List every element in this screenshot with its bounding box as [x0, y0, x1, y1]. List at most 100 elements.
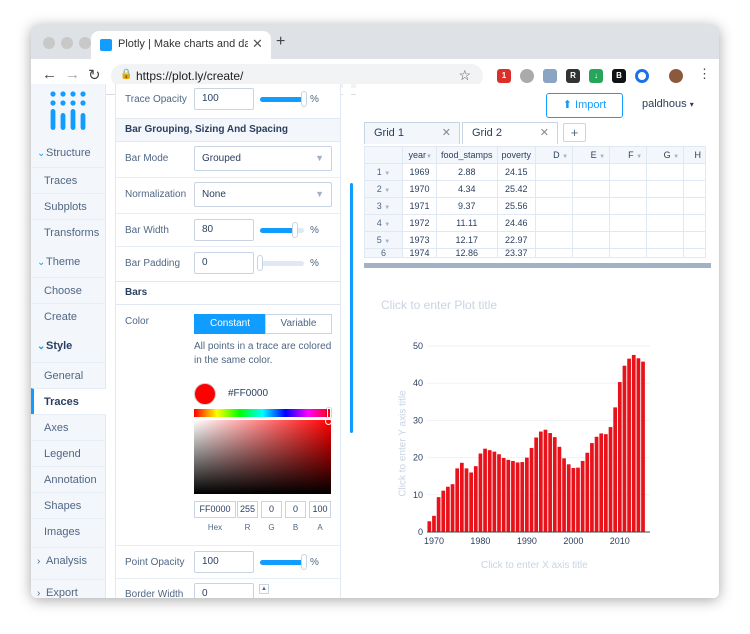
- grid-cell[interactable]: [609, 231, 648, 249]
- profile-avatar[interactable]: [669, 69, 683, 83]
- tab-grid-2[interactable]: Grid 2 ✕: [462, 122, 558, 144]
- bar-padding-slider[interactable]: [260, 261, 304, 266]
- blue-input[interactable]: 0: [285, 501, 306, 518]
- grid-cell[interactable]: [535, 180, 574, 198]
- maximize-window-button[interactable]: [79, 37, 91, 49]
- sidebar-item-annotation[interactable]: Annotation: [31, 466, 106, 492]
- sidebar-section-structure[interactable]: ⌄Structure: [31, 140, 106, 166]
- grid-cell[interactable]: [535, 214, 574, 232]
- stepper-up-icon[interactable]: ▲: [259, 584, 269, 594]
- bar-padding-slider-handle[interactable]: [257, 255, 263, 271]
- grid-cell[interactable]: 12.17: [436, 231, 498, 249]
- grid-cell[interactable]: 4.34: [436, 180, 498, 198]
- add-grid-button[interactable]: +: [563, 123, 586, 142]
- column-header[interactable]: G ▼: [646, 146, 685, 164]
- grid-cell[interactable]: 1972: [402, 214, 437, 232]
- row-number[interactable]: 3 ▼: [364, 197, 403, 215]
- tab-grid-1[interactable]: Grid 1 ✕: [364, 122, 460, 144]
- sidebar-item-axes[interactable]: Axes: [31, 414, 106, 440]
- y-axis-title-placeholder[interactable]: Click to enter Y axis title: [398, 374, 409, 514]
- grid-cell[interactable]: 25.42: [496, 180, 537, 198]
- grid-cell[interactable]: 25.56: [496, 197, 537, 215]
- grid-resize-handle[interactable]: [364, 263, 711, 268]
- grid-cell[interactable]: 1969: [402, 163, 437, 181]
- grid-cell[interactable]: [683, 214, 707, 232]
- new-tab-icon[interactable]: +: [276, 33, 285, 51]
- grid-cell[interactable]: 9.37: [436, 197, 498, 215]
- back-icon[interactable]: ←: [42, 66, 57, 83]
- sidebar-item-subplots[interactable]: Subplots: [31, 193, 106, 219]
- hex-input[interactable]: FF0000: [194, 501, 236, 518]
- grid-cell[interactable]: [683, 197, 707, 215]
- sidebar-item-legend[interactable]: Legend: [31, 440, 106, 466]
- sidebar-item-images[interactable]: Images: [31, 518, 106, 544]
- grid-cell[interactable]: [572, 248, 611, 258]
- grid-cell[interactable]: [609, 180, 648, 198]
- close-icon[interactable]: ✕: [442, 123, 451, 144]
- grid-cell[interactable]: 1970: [402, 180, 437, 198]
- grid-cell[interactable]: [572, 231, 611, 249]
- hue-slider-handle[interactable]: [327, 408, 331, 418]
- alpha-input[interactable]: 100: [309, 501, 331, 518]
- sidebar-item-style-traces[interactable]: Traces: [31, 388, 106, 414]
- user-menu[interactable]: paldhous ▾: [642, 98, 694, 110]
- sidebar-item-general[interactable]: General: [31, 362, 106, 388]
- row-number[interactable]: 1 ▼: [364, 163, 403, 181]
- x-axis-title-placeholder[interactable]: Click to enter X axis title: [481, 560, 588, 571]
- browser-tab[interactable]: Plotly | Make charts and dashb ✕: [91, 31, 271, 59]
- trace-opacity-slider-handle[interactable]: [301, 91, 307, 107]
- extension-r-icon[interactable]: R: [566, 69, 580, 83]
- sidebar-item-shapes[interactable]: Shapes: [31, 492, 106, 518]
- forward-icon[interactable]: →: [65, 66, 80, 83]
- row-number[interactable]: 2 ▼: [364, 180, 403, 198]
- sidebar-item-create[interactable]: Create: [31, 303, 106, 329]
- grid-cell[interactable]: [683, 248, 707, 258]
- color-mode-constant-button[interactable]: Constant: [194, 314, 266, 334]
- grid-cell[interactable]: 22.97: [496, 231, 537, 249]
- plotly-logo-icon[interactable]: [49, 90, 89, 130]
- grid-cell[interactable]: 1971: [402, 197, 437, 215]
- grid-cell[interactable]: [683, 231, 707, 249]
- grid-cell[interactable]: [646, 163, 685, 181]
- point-opacity-input[interactable]: 100: [194, 551, 254, 573]
- extension-blocked-icon[interactable]: [520, 69, 534, 83]
- url-text[interactable]: https://plot.ly/create/: [136, 69, 243, 83]
- grid-cell[interactable]: 1973: [402, 231, 437, 249]
- grid-cell[interactable]: [646, 180, 685, 198]
- extension-circle-icon[interactable]: [635, 69, 649, 83]
- green-input[interactable]: 0: [261, 501, 282, 518]
- close-window-button[interactable]: [43, 37, 55, 49]
- tab-close-icon[interactable]: ✕: [252, 36, 263, 52]
- grid-cell[interactable]: 24.15: [496, 163, 537, 181]
- sidebar-section-export[interactable]: › Export: [31, 579, 106, 598]
- row-number[interactable]: 6: [364, 248, 403, 258]
- close-icon[interactable]: ✕: [540, 123, 549, 144]
- grid-cell[interactable]: [535, 163, 574, 181]
- red-input[interactable]: 255: [237, 501, 258, 518]
- border-width-input[interactable]: 0: [194, 583, 254, 598]
- column-header[interactable]: H: [683, 146, 707, 164]
- grid-cell[interactable]: [646, 197, 685, 215]
- grid-cell[interactable]: [683, 163, 707, 181]
- column-header[interactable]: F ▼: [609, 146, 648, 164]
- grid-cell[interactable]: [609, 248, 648, 258]
- minimize-window-button[interactable]: [61, 37, 73, 49]
- bookmark-star-icon[interactable]: ☆: [458, 67, 471, 84]
- color-swatch[interactable]: [194, 383, 216, 405]
- column-header[interactable]: food_stamps: [436, 146, 498, 164]
- grid-cell[interactable]: [535, 231, 574, 249]
- panel-scrollbar-thumb[interactable]: [350, 183, 353, 433]
- bar-mode-select[interactable]: Grouped ▼: [194, 146, 332, 171]
- grid-cell[interactable]: 23.37: [496, 248, 537, 258]
- column-header[interactable]: D ▼: [535, 146, 574, 164]
- column-header[interactable]: poverty: [496, 146, 537, 164]
- column-header[interactable]: E ▼: [572, 146, 611, 164]
- grid-cell[interactable]: [535, 248, 574, 258]
- grid-cell[interactable]: [609, 214, 648, 232]
- grid-cell[interactable]: [609, 163, 648, 181]
- hue-slider[interactable]: [194, 409, 331, 417]
- grid-cell[interactable]: 2.88: [436, 163, 498, 181]
- import-button[interactable]: ⬆ Import: [546, 93, 623, 118]
- grid-cell[interactable]: [646, 214, 685, 232]
- row-number[interactable]: 5 ▼: [364, 231, 403, 249]
